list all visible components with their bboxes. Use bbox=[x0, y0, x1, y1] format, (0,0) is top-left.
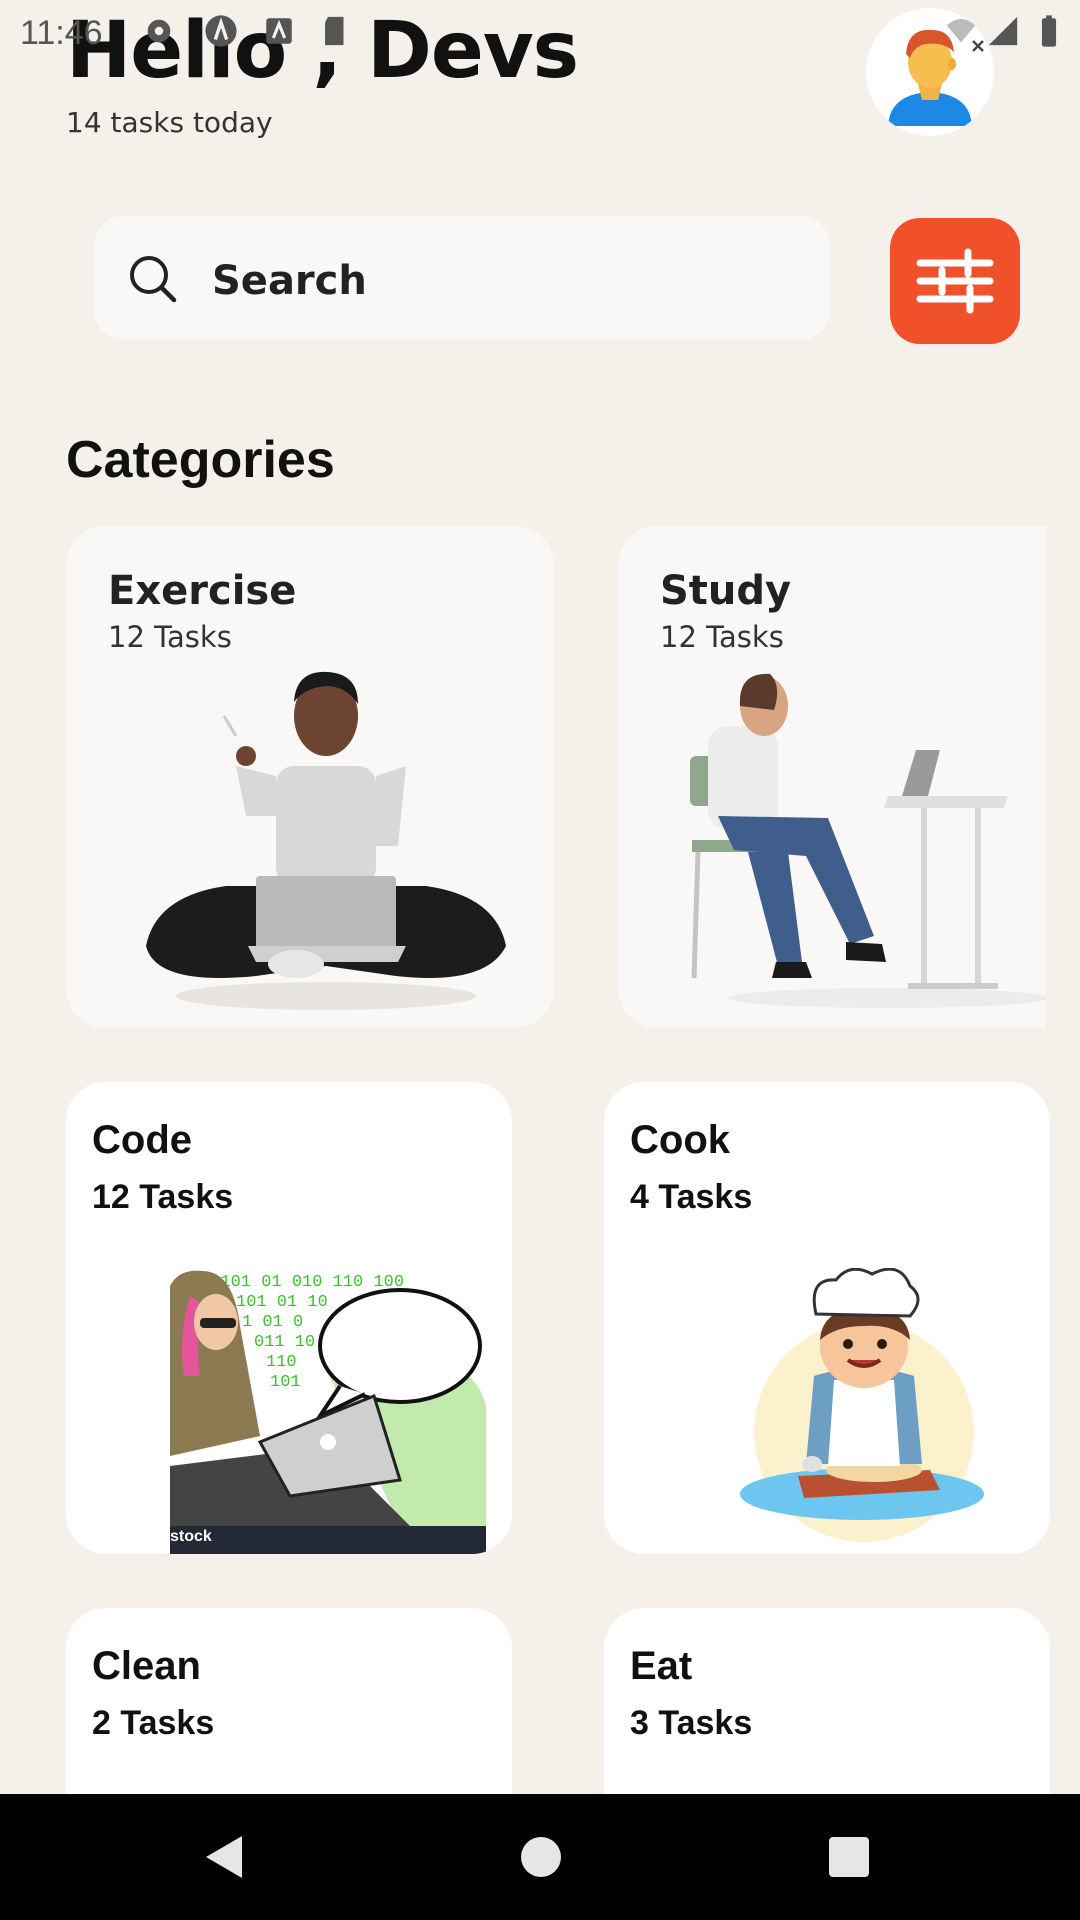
category-title: Eat bbox=[630, 1644, 693, 1688]
wifi-icon bbox=[946, 18, 976, 43]
system-navigation-bar bbox=[0, 1794, 1080, 1920]
chef-cooking-illustration bbox=[740, 1268, 984, 1542]
recents-square-icon[interactable] bbox=[816, 1824, 882, 1890]
category-task-count: 4 Tasks bbox=[630, 1178, 753, 1216]
home-circle-icon[interactable] bbox=[508, 1824, 574, 1890]
cell-signal-icon bbox=[988, 16, 1018, 46]
gear-icon bbox=[147, 19, 171, 43]
stock-watermark: stock bbox=[170, 1528, 212, 1545]
binary-text-line: 011 10 bbox=[254, 1333, 315, 1352]
sd-card-icon bbox=[325, 16, 344, 46]
status-time: 11:46 bbox=[20, 14, 103, 52]
category-card-cook[interactable]: Cook 4 Tasks bbox=[604, 1082, 1050, 1554]
category-card-code[interactable]: Code 12 Tasks .0101 01 010 110 100 101 0… bbox=[66, 1082, 512, 1554]
binary-text-line: 110 bbox=[266, 1353, 297, 1372]
status-bar: 11:46 bbox=[0, 0, 1080, 62]
binary-text-line: .0101 01 010 110 100 bbox=[200, 1273, 404, 1292]
a-square-icon bbox=[266, 18, 292, 44]
hacker-coding-illustration: .0101 01 010 110 100 101 01 10 1 01 0 01… bbox=[170, 1266, 486, 1554]
binary-text-line: 101 bbox=[270, 1373, 301, 1392]
categories-heading: Categories bbox=[66, 431, 335, 489]
category-card-exercise[interactable]: Exercise 12 Tasks bbox=[66, 526, 554, 1028]
search-placeholder: Search bbox=[212, 258, 367, 304]
search-input[interactable]: Search bbox=[94, 216, 830, 340]
a-badge-icon bbox=[205, 15, 237, 47]
category-title: Study bbox=[660, 568, 792, 614]
category-title: Code bbox=[92, 1118, 192, 1162]
category-task-count: 3 Tasks bbox=[630, 1704, 753, 1742]
filter-button[interactable] bbox=[890, 218, 1020, 344]
battery-icon bbox=[1041, 15, 1057, 47]
person-studying-illustration bbox=[690, 673, 1046, 1008]
category-task-count: 2 Tasks bbox=[92, 1704, 215, 1742]
person-with-laptop-illustration bbox=[146, 671, 506, 1010]
tasks-today-subtitle: 14 tasks today bbox=[66, 106, 273, 139]
back-triangle-icon[interactable] bbox=[192, 1824, 258, 1890]
category-card-study[interactable]: Study 12 Tasks bbox=[618, 526, 1046, 1028]
category-title: Exercise bbox=[108, 568, 297, 614]
category-task-count: 12 Tasks bbox=[660, 620, 784, 654]
category-task-count: 12 Tasks bbox=[92, 1178, 234, 1216]
category-title: Cook bbox=[630, 1118, 730, 1162]
binary-text-line: 1 01 0 bbox=[242, 1313, 303, 1332]
binary-text-line: 101 01 10 bbox=[236, 1293, 328, 1312]
sliders-icon bbox=[916, 248, 994, 314]
search-icon bbox=[130, 256, 177, 303]
category-title: Clean bbox=[92, 1644, 201, 1688]
